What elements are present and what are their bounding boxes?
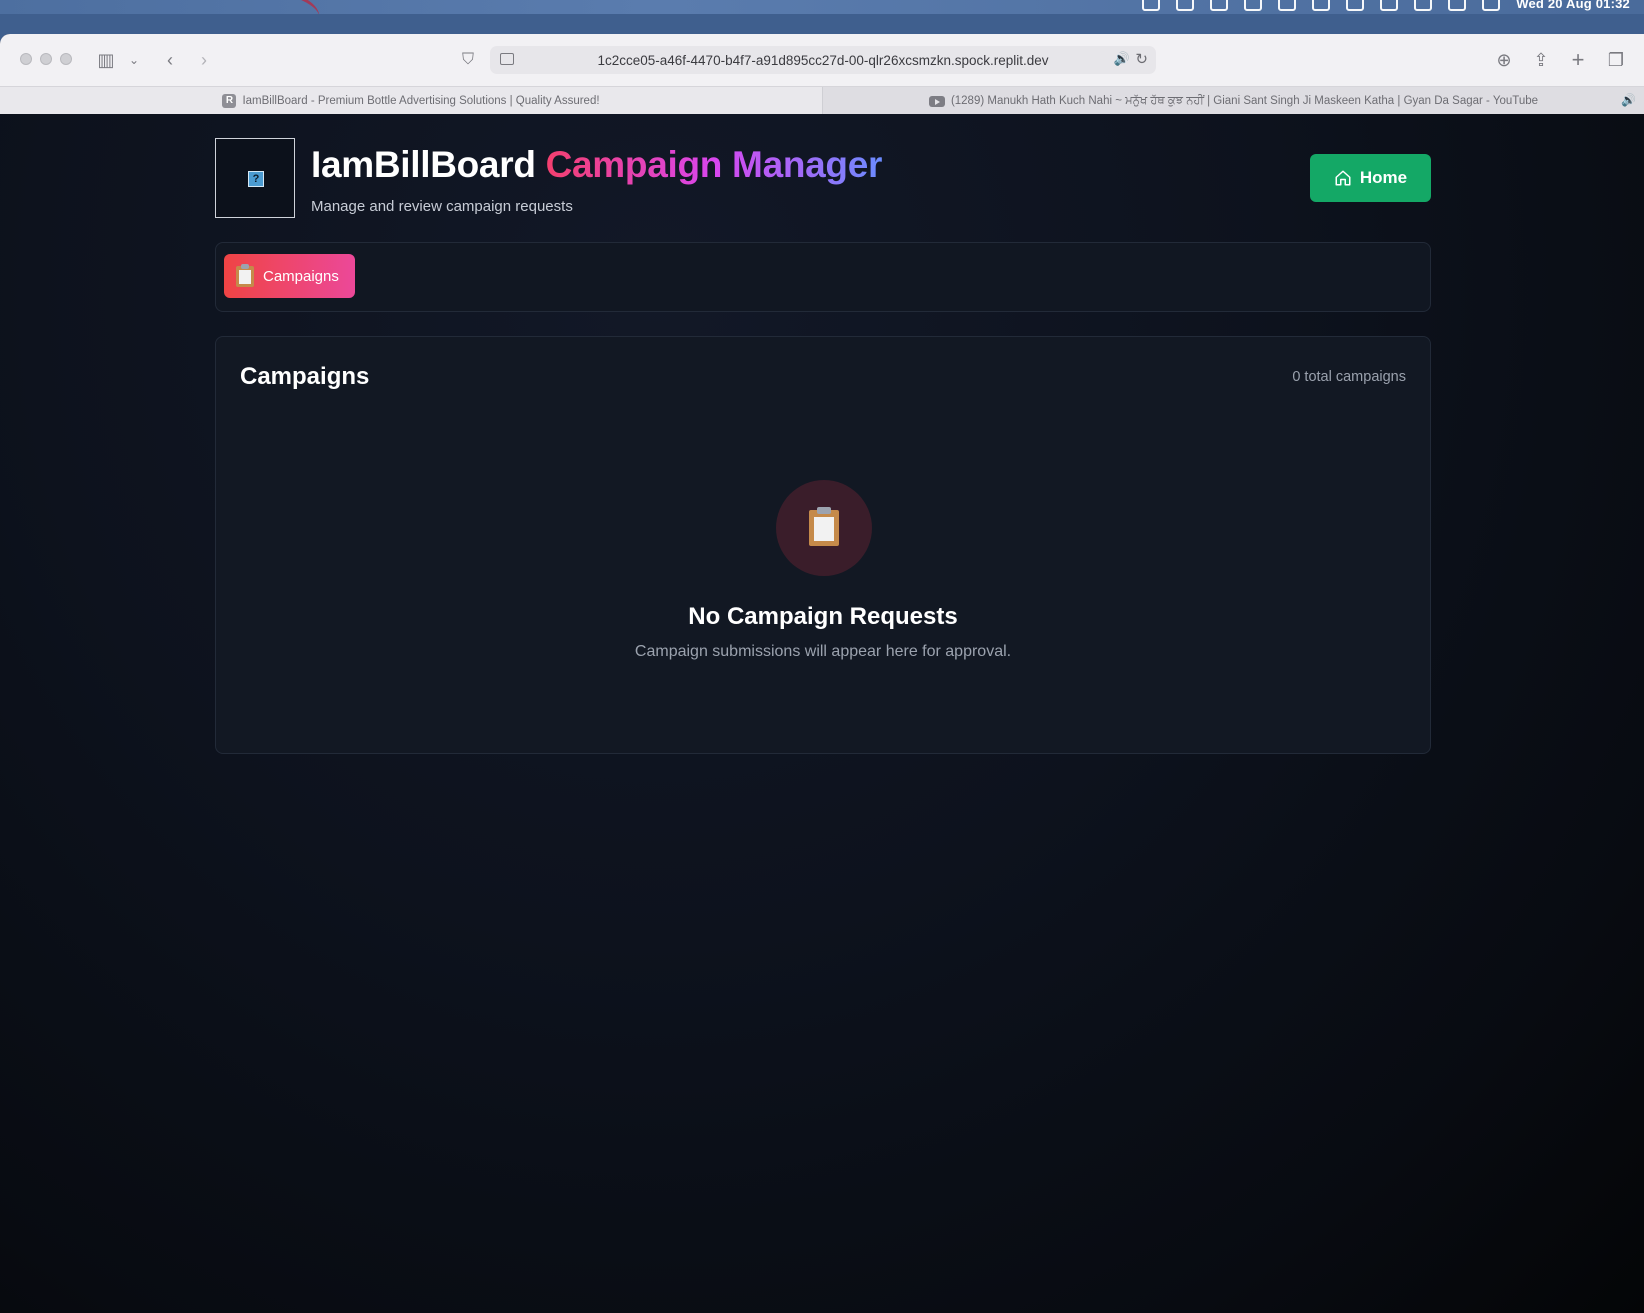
missing-image-icon: ? [248,171,264,187]
back-arrow-icon[interactable]: ‹ [158,48,182,72]
tab-iambillboard[interactable]: R IamBillBoard - Premium Bottle Advertis… [0,87,822,115]
site-settings-icon[interactable] [500,53,514,65]
siri-icon[interactable] [1482,0,1501,11]
address-bar[interactable]: 1c2cce05-a46f-4470-b4f7-a91d895cc27d-00-… [490,46,1156,74]
forward-arrow-icon[interactable]: › [192,48,216,72]
clipboard-icon [236,263,254,287]
campaigns-count: 0 total campaigns [1292,369,1406,385]
sidebar-toggle-icon[interactable]: ▥ [94,48,118,72]
close-window-button[interactable] [20,53,32,65]
tab-title: (1289) Manukh Hath Kuch Nahi ~ ਮਨੁੱਖ ਹੱਥ… [950,94,1539,107]
empty-state-title: No Campaign Requests [688,603,958,630]
empty-state-message: Campaign submissions will appear here fo… [634,643,1012,660]
new-tab-icon[interactable]: + [1566,48,1590,72]
home-button-label: Home [1359,168,1408,187]
tab-youtube[interactable]: (1289) Manukh Hath Kuch Nahi ~ ਮਨੁੱਖ ਹੱਥ… [822,87,1644,115]
play-icon[interactable] [1312,0,1331,11]
home-button[interactable]: Home [1310,154,1431,202]
tab-campaigns[interactable]: Campaigns [224,254,355,298]
campaigns-card-title: Campaigns [240,363,370,390]
title-brand: IamBillBoard [311,144,546,185]
menu-bar-tray: Wed 20 Aug 01:32 [1142,0,1630,11]
youtube-favicon-icon [928,95,945,107]
replit-favicon-icon: R [222,94,237,108]
downloads-icon[interactable]: ⊕ [1492,48,1516,72]
zoom-window-button[interactable] [60,53,72,65]
campaigns-card: Campaigns 0 total campaigns No Campaign … [215,336,1431,754]
browser-window: ▥ ⌄ ‹ › ⛉ 1c2cce05-a46f-4470-b4f7-a91d89… [0,34,1644,1313]
macos-menu-bar: Wed 20 Aug 01:32 [0,0,1644,14]
app-logo: ? [215,138,295,218]
wallpaper-swirl [236,0,324,14]
home-icon [1335,170,1351,186]
page-subtitle: Manage and review campaign requests [311,198,573,215]
reload-icon[interactable]: ↻ [1135,50,1148,68]
window-controls [20,53,72,65]
search-icon[interactable] [1414,0,1433,11]
title-highlight: Campaign Manager [545,144,883,185]
chevron-down-icon[interactable]: ⌄ [122,48,146,72]
word-icon[interactable] [1176,0,1195,11]
share-icon[interactable]: ⇪ [1529,48,1553,72]
nav-tabs-panel: Campaigns [215,242,1431,312]
piano-icon[interactable] [1244,0,1263,11]
page-title: IamBillBoard Campaign Manager [311,144,882,186]
url-text[interactable]: 1c2cce05-a46f-4470-b4f7-a91d895cc27d-00-… [597,53,1048,68]
browser-tab-bar: R IamBillBoard - Premium Bottle Advertis… [0,86,1644,115]
minimize-window-button[interactable] [40,53,52,65]
menu-bar-clock[interactable]: Wed 20 Aug 01:32 [1516,0,1630,11]
audio-playing-icon[interactable]: 🔊 [1114,51,1130,67]
mail-icon[interactable] [1142,0,1161,11]
volume-icon[interactable] [1278,0,1297,11]
browser-toolbar: ▥ ⌄ ‹ › ⛉ 1c2cce05-a46f-4470-b4f7-a91d89… [0,34,1644,86]
privacy-shield-icon[interactable]: ⛉ [456,48,480,72]
clipboard-icon [809,507,839,546]
tab-campaigns-label: Campaigns [263,267,339,285]
control-center-icon[interactable] [1448,0,1467,11]
cloud-icon[interactable] [1380,0,1399,11]
tab-title: IamBillBoard - Premium Bottle Advertisin… [242,95,600,107]
tab-audio-icon[interactable]: 🔊 [1621,93,1636,107]
page-content: ? IamBillBoard Campaign Manager Manage a… [0,114,1644,1313]
tab-overview-icon[interactable]: ❐ [1604,48,1628,72]
screen-icon[interactable] [1346,0,1365,11]
wifi-icon[interactable] [1210,0,1229,11]
empty-state-badge [776,480,872,576]
